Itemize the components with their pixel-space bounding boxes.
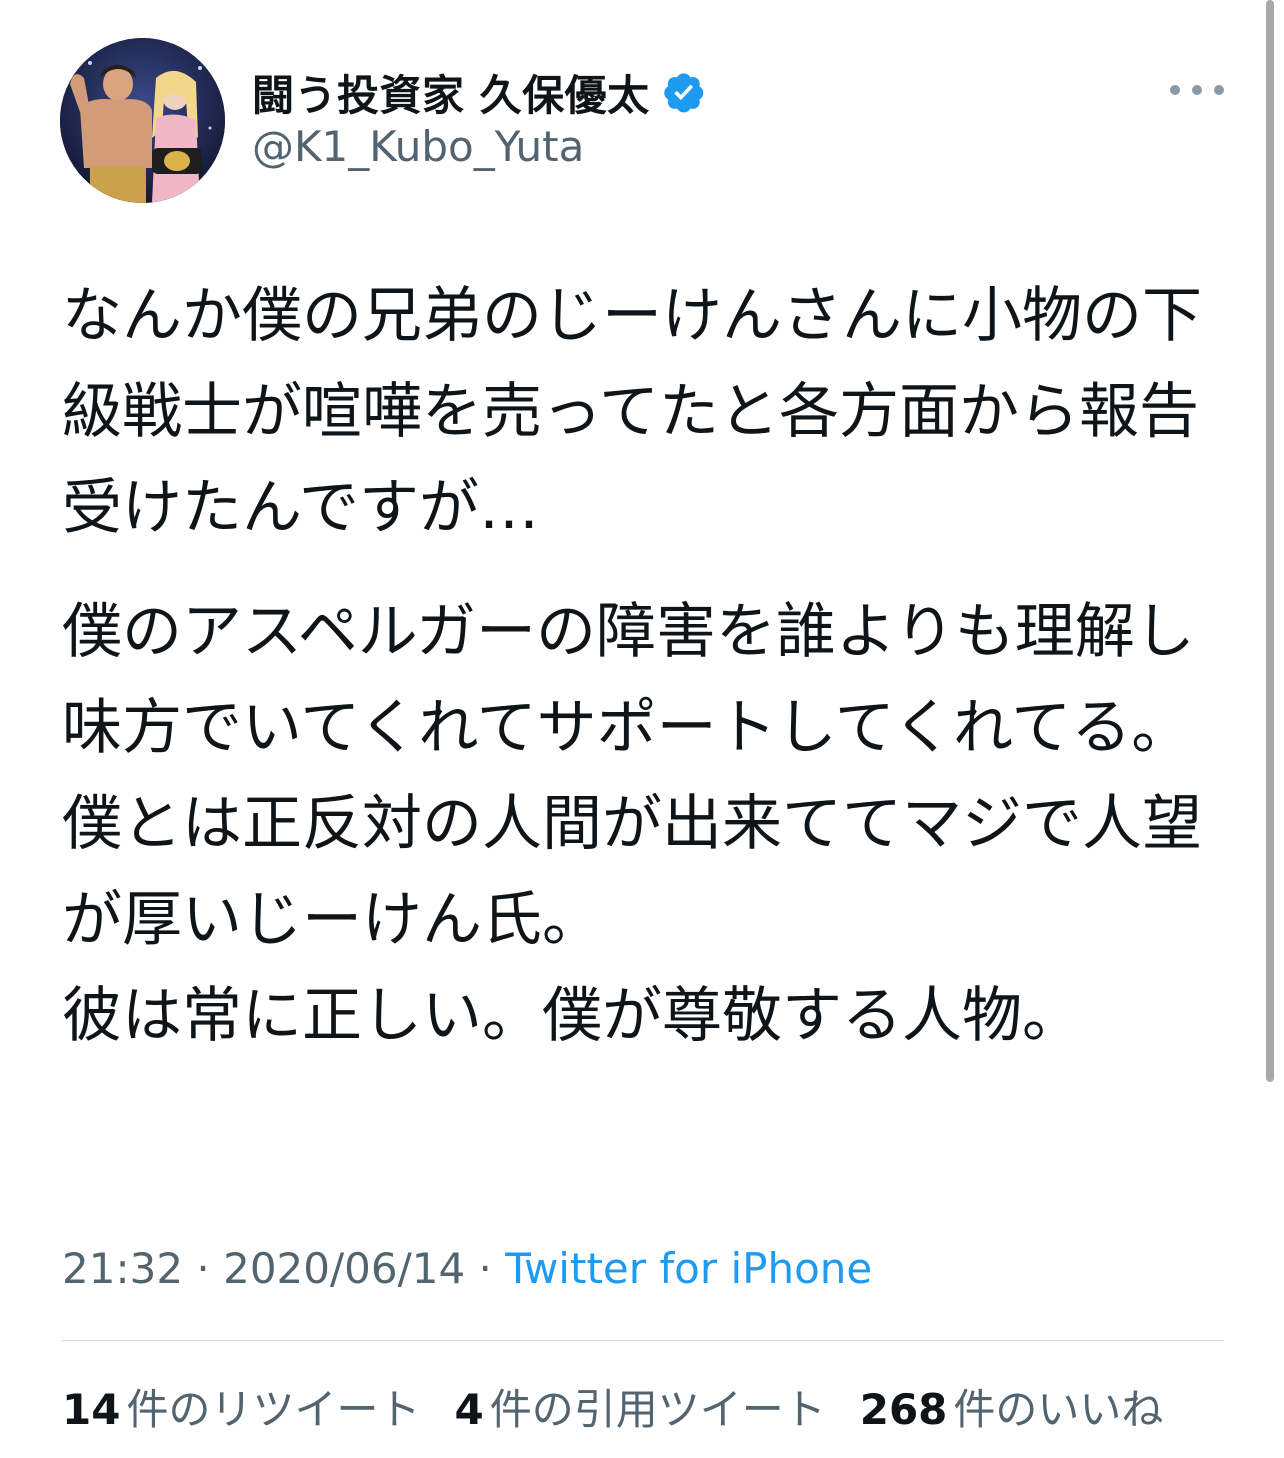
tweet-date[interactable]: 2020/06/14 (223, 1244, 465, 1293)
tweet-paragraph: 僕のアスペルガーの障害を誰よりも理解し味方でいてくれてサポートしてくれてる。 僕… (62, 597, 1202, 1051)
meta-separator: · (183, 1244, 224, 1293)
avatar[interactable] (60, 38, 225, 203)
more-horizontal-icon (1214, 85, 1224, 95)
tweet-meta: 21:32 · 2020/06/14 · Twitter for iPhone (62, 1244, 872, 1293)
tweet-time[interactable]: 21:32 (62, 1244, 183, 1293)
retweets-count: 14 (62, 1385, 121, 1434)
tweet-text: なんか僕の兄弟のじーけんさんに小物の下級戦士が喧嘩を売ってたと各方面から報告受け… (62, 268, 1232, 1064)
tweet-source-link[interactable]: Twitter for iPhone (505, 1244, 872, 1293)
likes-count: 268 (859, 1385, 948, 1434)
meta-separator: · (465, 1244, 506, 1293)
retweets-stat[interactable]: 14 件のリツイート (62, 1376, 420, 1437)
likes-stat[interactable]: 268 件のいいね (860, 1376, 1164, 1437)
tweet-detail: 闘う投資家 久保優太 @K1_Kubo_Yuta なんか僕の兄弟のじーけんさんに… (0, 0, 1284, 1458)
tweet-paragraph: なんか僕の兄弟のじーけんさんに小物の下級戦士が喧嘩を売ってたと各方面から報告受け… (62, 281, 1202, 543)
verified-badge-icon (662, 70, 706, 114)
author-handle[interactable]: @K1_Kubo_Yuta (252, 122, 584, 171)
likes-label: 件のいいね (953, 1385, 1164, 1434)
tweet-stats: 14 件のリツイート 4 件の引用ツイート 268 件のいいね (62, 1376, 1163, 1437)
more-options-button[interactable] (1170, 76, 1224, 104)
quotes-label: 件の引用ツイート (489, 1385, 826, 1434)
author-display-name[interactable]: 闘う投資家 久保優太 (252, 62, 650, 123)
quotes-stat[interactable]: 4 件の引用ツイート (454, 1376, 825, 1437)
more-horizontal-icon (1192, 85, 1202, 95)
more-horizontal-icon (1170, 85, 1180, 95)
retweets-label: 件のリツイート (126, 1385, 421, 1434)
divider (62, 1340, 1224, 1341)
author-name-row: 闘う投資家 久保優太 (252, 62, 706, 122)
scrollbar[interactable] (1266, 0, 1274, 1082)
quotes-count: 4 (454, 1385, 484, 1434)
avatar-photo (60, 38, 225, 203)
